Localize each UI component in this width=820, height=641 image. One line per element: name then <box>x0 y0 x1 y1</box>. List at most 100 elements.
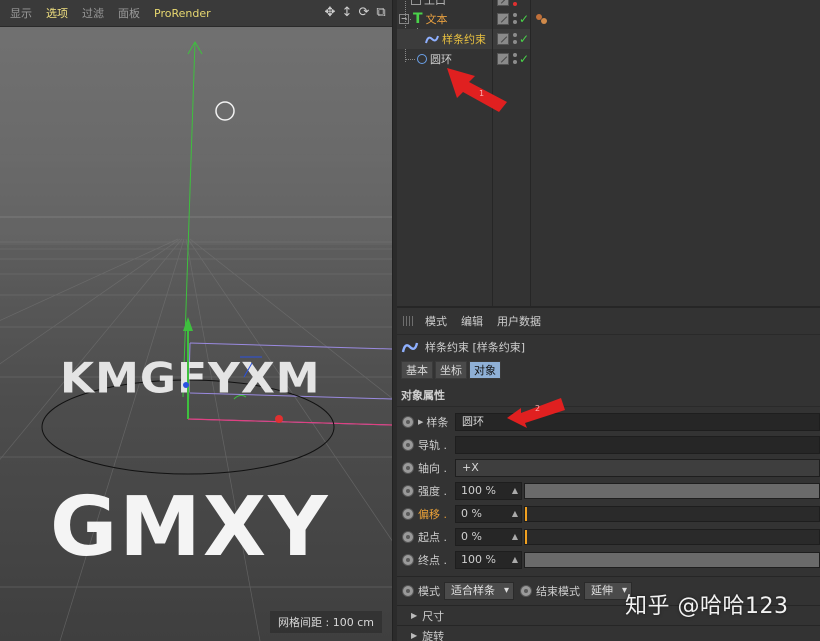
mode-dropdown[interactable]: 适合样条 <box>444 582 514 600</box>
viewport-menubar: 显示 选项 过滤 面板 ProRender ✥ ↕ ⟳ ⧉ <box>0 0 392 27</box>
maximize-icon[interactable]: ⧉ <box>374 5 388 21</box>
3d-viewport[interactable]: 显示 选项 过滤 面板 ProRender ✥ ↕ ⟳ ⧉ KMGFYXM GM… <box>0 0 392 641</box>
group-rotate-label: 旋转 <box>422 629 445 641</box>
visibility-dots[interactable] <box>512 53 518 65</box>
param-strength-label: 强度 . <box>418 484 447 498</box>
circle-spline-icon <box>417 54 427 64</box>
animate-radio[interactable] <box>402 553 414 566</box>
null-object-icon <box>411 0 421 5</box>
group-size-label: 尺寸 <box>422 609 445 623</box>
expand-arrow-icon: ▶ <box>411 631 418 640</box>
tab-coord[interactable]: 坐标 <box>435 361 467 379</box>
attribute-tabs: 基本 坐标 对象 <box>397 359 820 381</box>
svg-text:1: 1 <box>479 89 484 98</box>
animate-radio[interactable] <box>402 461 414 474</box>
menu-mode[interactable]: 模式 <box>425 313 447 329</box>
object-row-spline-wrap[interactable]: 样条约束 <box>397 29 492 49</box>
param-offset: 偏移 . 0 % ▲ <box>397 502 820 525</box>
menu-filter[interactable]: 过滤 <box>82 5 104 21</box>
animate-radio[interactable] <box>402 415 414 428</box>
rail-link-field[interactable] <box>455 435 820 454</box>
annotation-arrow-1: 1 <box>447 68 507 112</box>
layer-flag[interactable] <box>497 33 509 45</box>
menu-user-data[interactable]: 用户数据 <box>497 313 541 329</box>
visibility-dots[interactable] <box>512 13 518 25</box>
strength-input[interactable]: 100 % ▲ <box>455 481 522 500</box>
menu-display[interactable]: 显示 <box>10 5 32 21</box>
menu-prorender[interactable]: ProRender <box>154 7 211 20</box>
layer-flag[interactable] <box>497 0 509 6</box>
object-flags-column: ✓ ✓ ✓ <box>493 0 531 306</box>
animate-radio[interactable] <box>402 530 414 543</box>
animate-radio[interactable] <box>402 585 414 597</box>
viewport-canvas[interactable]: KMGFYXM GMXY <box>0 27 392 641</box>
menu-edit[interactable]: 编辑 <box>461 313 483 329</box>
end-slider[interactable] <box>524 551 820 568</box>
rotate-icon[interactable]: ⟳ <box>357 5 371 21</box>
param-start: 起点 . 0 % ▲ <box>397 525 820 548</box>
enabled-check-icon[interactable]: ✓ <box>519 32 529 46</box>
app-window: 显示 选项 过滤 面板 ProRender ✥ ↕ ⟳ ⧉ KMGFYXM GM… <box>0 0 820 641</box>
attribute-object-title: 样条约束 [样条约束] <box>425 341 526 354</box>
grid-spacing-readout: 网格间距 : 100 cm <box>270 611 382 633</box>
visibility-dots[interactable] <box>512 33 518 45</box>
start-slider[interactable] <box>524 528 820 545</box>
floor-grid <box>0 238 392 641</box>
start-input[interactable]: 0 % ▲ <box>455 527 522 546</box>
section-object-properties: 对象属性 <box>397 383 820 407</box>
object-name-text: 文本 <box>425 13 448 26</box>
spline-wrap-icon <box>401 342 419 353</box>
material-tag-icon[interactable] <box>535 13 549 25</box>
group-rotate[interactable]: ▶ 旋转 <box>397 625 820 641</box>
offset-input[interactable]: 0 % ▲ <box>455 504 522 523</box>
light-icon[interactable] <box>215 101 235 121</box>
object-name-null: 工口 <box>424 0 446 7</box>
text-spline-icon: T <box>413 11 423 27</box>
param-end: 终点 . 100 % ▲ <box>397 548 820 571</box>
strength-slider[interactable] <box>524 482 820 499</box>
param-spline-label: 样条 <box>426 415 449 429</box>
expand-arrow-icon[interactable]: ▶ <box>418 418 423 426</box>
layer-flag[interactable] <box>497 13 509 25</box>
attribute-object-header: 样条约束 [样条约束] <box>397 335 820 359</box>
annotation-arrow-2: 2 <box>507 398 565 428</box>
watermark-text: 知乎 @哈哈123 <box>625 594 789 619</box>
object-row-text[interactable]: − T 文本 <box>397 9 492 29</box>
ring-text-front: GMXY <box>50 480 330 575</box>
end-input[interactable]: 100 % ▲ <box>455 550 522 569</box>
enabled-check-icon[interactable]: ✓ <box>519 12 529 26</box>
svg-text:2: 2 <box>535 404 540 413</box>
param-offset-label: 偏移 . <box>418 507 447 521</box>
menu-options[interactable]: 选项 <box>46 5 68 21</box>
expand-toggle-icon[interactable]: − <box>399 14 409 24</box>
tab-basic[interactable]: 基本 <box>401 361 433 379</box>
gizmo-x-handle[interactable] <box>275 415 283 423</box>
attribute-menubar: 模式 编辑 用户数据 <box>397 308 820 335</box>
panel-grip-icon[interactable] <box>403 316 415 326</box>
menu-panel[interactable]: 面板 <box>118 5 140 21</box>
gizmo-z-handle[interactable] <box>183 382 189 388</box>
param-rail: 导轨 . <box>397 433 820 456</box>
ring-text-back: KMGFYXM <box>60 355 321 404</box>
object-name-spline-wrap: 样条约束 <box>442 33 486 46</box>
tab-object[interactable]: 对象 <box>469 361 501 379</box>
object-tags-column <box>531 0 820 306</box>
enabled-check-icon[interactable]: ✓ <box>519 52 529 66</box>
animate-radio[interactable] <box>520 585 532 597</box>
zoom-icon[interactable]: ↕ <box>340 5 354 21</box>
offset-slider[interactable] <box>524 505 820 522</box>
param-end-label: 终点 . <box>418 553 447 567</box>
layer-flag[interactable] <box>497 53 509 65</box>
animate-radio[interactable] <box>402 484 414 497</box>
param-strength: 强度 . 100 % ▲ <box>397 479 820 502</box>
param-axis: 轴向 . +X <box>397 456 820 479</box>
param-mode-label: 模式 <box>418 585 440 598</box>
animate-radio[interactable] <box>402 438 414 451</box>
object-tree: 工口 − T 文本 样条约束 圆环 <box>397 0 493 306</box>
animate-radio[interactable] <box>402 507 414 520</box>
axis-dropdown[interactable]: +X <box>455 458 820 477</box>
move-icon[interactable]: ✥ <box>323 5 337 21</box>
param-rail-label: 导轨 . <box>418 438 447 452</box>
param-end-mode-label: 结束模式 <box>536 585 580 598</box>
expand-arrow-icon: ▶ <box>411 611 418 620</box>
